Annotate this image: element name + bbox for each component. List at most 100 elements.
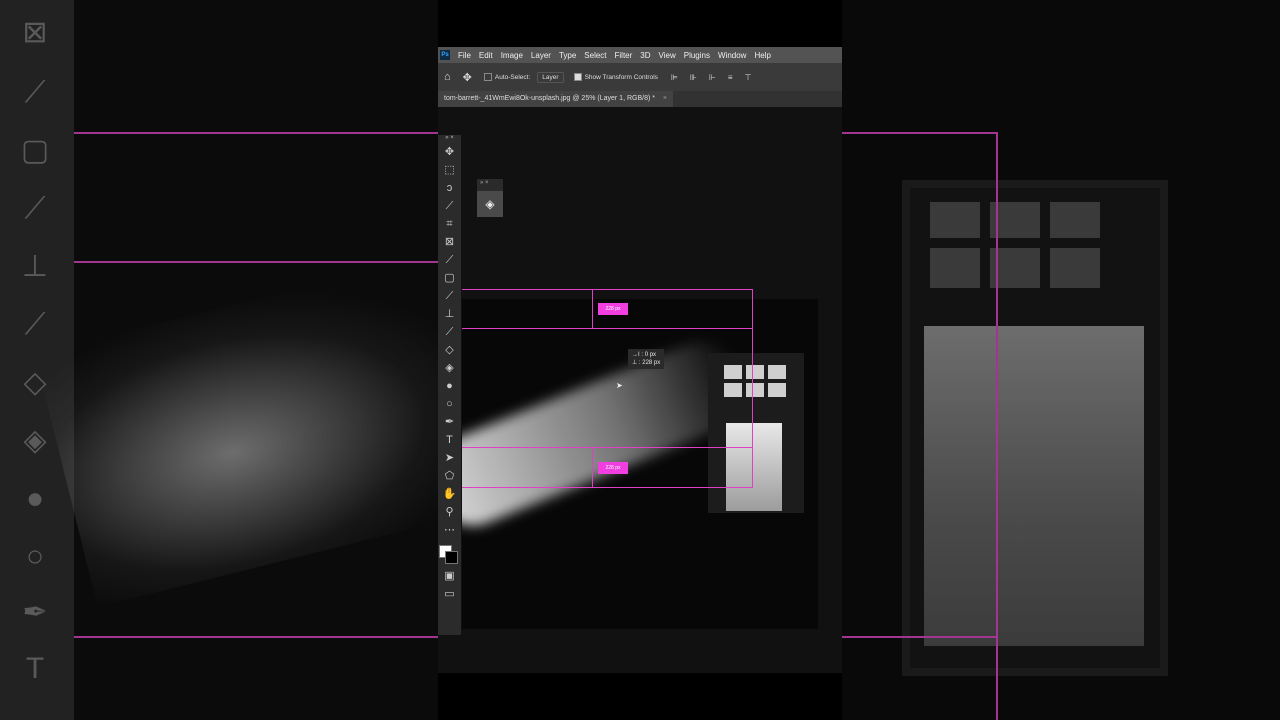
menu-help[interactable]: Help: [754, 51, 770, 60]
patch-icon: ▢: [20, 134, 50, 167]
window-pane: [1050, 248, 1100, 288]
pen-icon: ✒: [22, 596, 48, 629]
mouse-cursor-icon: ➤: [616, 381, 623, 390]
selection-inner-top-edge: [462, 328, 752, 329]
distribute-icon[interactable]: ≡: [728, 73, 733, 82]
path-select-tool-icon[interactable]: ➤: [438, 449, 461, 467]
window-pane: [724, 383, 742, 397]
marquee-tool-icon[interactable]: ⬚: [438, 161, 461, 179]
menu-select[interactable]: Select: [584, 51, 606, 60]
show-transform-checkbox[interactable]: [573, 73, 582, 81]
guide-line: [842, 132, 998, 134]
auto-select-label: Auto-Select:: [494, 73, 531, 81]
shape-tool-icon[interactable]: ⬠: [438, 467, 461, 485]
menu-edit[interactable]: Edit: [479, 51, 493, 60]
window-pane: [724, 365, 742, 379]
delta-y-icon: ⊥ :: [632, 360, 641, 366]
blur-icon: ●: [25, 482, 45, 515]
window-blur: [902, 180, 1168, 676]
close-tab-icon[interactable]: ×: [663, 95, 667, 102]
measure-line-top: [592, 289, 593, 329]
brush-tool-icon[interactable]: ⟋: [438, 287, 461, 305]
show-transform-label: Show Transform Controls: [584, 73, 658, 81]
healing-tool-icon[interactable]: ▢: [438, 269, 461, 287]
auto-select-target-dropdown[interactable]: Layer: [537, 71, 564, 83]
align-right-icon[interactable]: ⊩: [709, 73, 716, 82]
menu-plugins[interactable]: Plugins: [684, 51, 710, 60]
background-color-swatch[interactable]: [445, 551, 458, 564]
dodge-icon: ○: [25, 540, 45, 573]
guide-line: [842, 636, 998, 638]
menu-filter[interactable]: Filter: [615, 51, 633, 60]
selection-inner-bottom-edge: [462, 447, 752, 448]
align-left-icon[interactable]: ⊫: [671, 73, 678, 82]
options-bar: ⌂ ✥ Auto-Select: Layer Show Transform Co…: [438, 63, 842, 92]
measure-line-bottom: [592, 447, 593, 487]
background-left-blur: ⊠ ⟋ ▢ ⟋ ⊥ ⟋ ◇ ◈ ● ○ ✒ T: [0, 0, 438, 720]
menu-file[interactable]: File: [458, 51, 471, 60]
dodge-tool-icon[interactable]: ○: [438, 395, 461, 413]
window-pane: [930, 202, 980, 238]
layers-icon[interactable]: ◈: [477, 191, 503, 217]
auto-select-checkbox[interactable]: [483, 73, 492, 81]
light-beam-blur: [34, 253, 438, 607]
window-lower-pane: [924, 326, 1144, 646]
delta-x-value: 0 px: [644, 352, 657, 358]
align-center-icon[interactable]: ⊪: [690, 73, 697, 82]
window-pane: [746, 383, 764, 397]
document-tab[interactable]: tom-barrett-_41WmEwi8Ok-unsplash.jpg @ 2…: [438, 91, 674, 107]
quick-select-tool-icon[interactable]: ⟋: [438, 197, 461, 215]
measure-badge-top: 228 px: [598, 303, 628, 315]
window-pane: [930, 248, 980, 288]
zoom-tool-icon[interactable]: ⚲: [438, 503, 461, 521]
screen-mode-icon[interactable]: ▭: [438, 585, 461, 603]
guide-line: [996, 132, 998, 720]
guide-line: [74, 636, 438, 638]
lasso-tool-icon[interactable]: ↄ: [438, 179, 461, 197]
align-top-icon[interactable]: ⊤: [744, 73, 751, 82]
color-swatches[interactable]: [438, 539, 461, 567]
move-tool-icon[interactable]: ✥: [438, 143, 461, 161]
menu-view[interactable]: View: [659, 51, 676, 60]
type-tool-icon[interactable]: T: [438, 431, 461, 449]
menu-window[interactable]: Window: [718, 51, 746, 60]
pen-tool-icon[interactable]: ✒: [438, 413, 461, 431]
window-pane: [768, 365, 786, 379]
frame-tool-icon[interactable]: ⊠: [438, 233, 461, 251]
guide-line: [74, 261, 438, 263]
menu-type[interactable]: Type: [559, 51, 576, 60]
tools-panel: » × ✥ ⬚ ↄ ⟋ ⌗ ⊠ ⟋ ▢ ⟋ ⊥ ⟋ ◇ ◈ ● ○ ✒ T ➤ …: [438, 135, 461, 635]
tools-panel-header[interactable]: » ×: [438, 135, 461, 143]
hand-tool-icon[interactable]: ✋: [438, 485, 461, 503]
eraser-tool-icon[interactable]: ◇: [438, 341, 461, 359]
selection-bottom-edge: [462, 487, 752, 488]
guide-line: [74, 132, 438, 134]
history-brush-tool-icon[interactable]: ⟋: [438, 323, 461, 341]
eyedropper-tool-icon[interactable]: ⟋: [438, 251, 461, 269]
photo-window: [708, 353, 804, 513]
crop-tool-icon[interactable]: ⌗: [438, 215, 461, 233]
move-readout-tooltip: →I : 0 px ⊥ : 228 px: [628, 349, 665, 369]
dock-collapse-icon[interactable]: » ×: [477, 179, 503, 187]
bucket-tool-icon[interactable]: ◈: [438, 359, 461, 377]
history-brush-icon: ⟋: [24, 308, 46, 341]
menu-3d[interactable]: 3D: [640, 51, 650, 60]
blur-tool-icon[interactable]: ●: [438, 377, 461, 395]
stamp-tool-icon[interactable]: ⊥: [438, 305, 461, 323]
home-icon[interactable]: ⌂: [444, 71, 451, 83]
photoshop-window: Ps File Edit Image Layer Type Select Fil…: [438, 47, 842, 673]
window-pane: [746, 365, 764, 379]
document-tab-bar: tom-barrett-_41WmEwi8Ok-unsplash.jpg @ 2…: [438, 91, 842, 107]
brush-icon: ⟋: [24, 192, 46, 225]
ps-logo-icon: Ps: [440, 50, 450, 60]
menu-image[interactable]: Image: [501, 51, 523, 60]
menu-layer[interactable]: Layer: [531, 51, 551, 60]
eyedropper-icon: ⟋: [24, 76, 46, 109]
more-tools-icon[interactable]: ⋯: [438, 521, 461, 539]
move-icon[interactable]: ✥: [463, 71, 472, 84]
canvas-area[interactable]: 228 px 228 px →I : 0 px ⊥ : 228 px ➤ » ×…: [438, 107, 842, 673]
panel-dock: » × ◈: [477, 179, 503, 217]
quick-mask-icon[interactable]: ▣: [438, 567, 461, 585]
bucket-icon: ◈: [23, 424, 47, 457]
selection-right-edge: [752, 289, 753, 488]
